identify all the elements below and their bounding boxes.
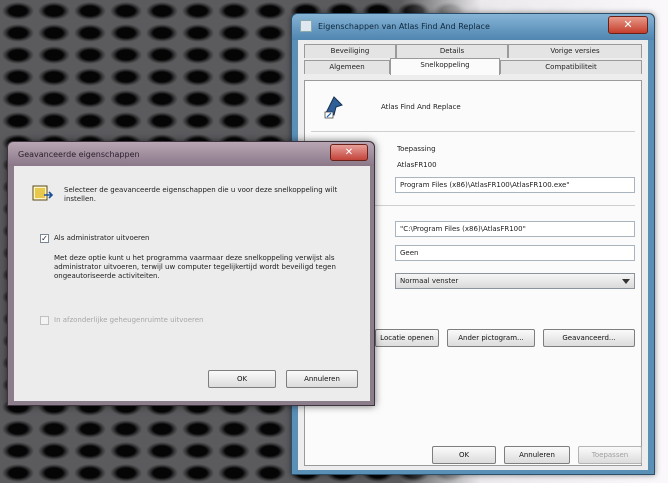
tab-compatibiliteit[interactable]: Compatibiliteit bbox=[500, 60, 642, 74]
properties-ok-button[interactable]: OK bbox=[432, 446, 496, 464]
advanced-cancel-button[interactable]: Annuleren bbox=[286, 370, 358, 388]
advanced-properties-dialog: Geavanceerde eigenschappen ✕ Selecteer d… bbox=[7, 141, 375, 406]
separate-memory-label[interactable]: In afzonderlijke geheugenruimte uitvoere… bbox=[54, 316, 203, 324]
run-as-admin-label[interactable]: Als administrator uitvoeren bbox=[54, 234, 150, 242]
tab-row-bottom: Algemeen Snelkoppeling Compatibiliteit bbox=[304, 58, 642, 75]
dropdown-arrow-icon bbox=[622, 279, 630, 284]
open-location-button[interactable]: Locatie openen bbox=[375, 329, 439, 347]
app-icon bbox=[324, 96, 343, 119]
properties-titlebar[interactable]: Eigenschappen van Atlas Find And Replace… bbox=[292, 14, 654, 40]
tab-row-top: Beveiliging Details Vorige versies bbox=[304, 44, 642, 58]
advanced-intro-text: Selecteer de geavanceerde eigenschappen … bbox=[64, 186, 338, 203]
tab-vorige-versies[interactable]: Vorige versies bbox=[508, 44, 642, 58]
properties-title: Eigenschappen van Atlas Find And Replace bbox=[318, 22, 490, 31]
close-icon: ✕ bbox=[623, 18, 633, 31]
check-icon: ✓ bbox=[41, 234, 48, 243]
tab-beveiliging[interactable]: Beveiliging bbox=[304, 44, 396, 58]
advanced-ok-button[interactable]: OK bbox=[208, 370, 276, 388]
properties-apply-button[interactable]: Toepassen bbox=[578, 446, 642, 464]
shortcut-icon bbox=[32, 185, 54, 201]
advanced-titlebar[interactable]: Geavanceerde eigenschappen ✕ bbox=[8, 142, 374, 166]
advanced-title: Geavanceerde eigenschappen bbox=[18, 150, 140, 159]
close-icon: ✕ bbox=[344, 147, 354, 158]
tab-algemeen[interactable]: Algemeen bbox=[304, 60, 390, 74]
advanced-button[interactable]: Geavanceerd... bbox=[543, 329, 635, 347]
properties-close-button[interactable]: ✕ bbox=[608, 16, 648, 34]
change-icon-button[interactable]: Ander pictogram... bbox=[447, 329, 535, 347]
run-select[interactable]: Normaal venster bbox=[395, 273, 635, 289]
shortcut-key-field[interactable]: Geen bbox=[395, 245, 635, 261]
properties-cancel-button[interactable]: Annuleren bbox=[504, 446, 570, 464]
tab-details[interactable]: Details bbox=[396, 44, 508, 58]
separate-memory-checkbox[interactable] bbox=[40, 316, 49, 325]
start-in-field[interactable]: "C:\Program Files (x86)\AtlasFR100" bbox=[395, 221, 635, 237]
run-as-admin-checkbox[interactable]: ✓ bbox=[40, 234, 49, 243]
advanced-body: Selecteer de geavanceerde eigenschappen … bbox=[14, 166, 370, 401]
target-field[interactable]: Program Files (x86)\AtlasFR100\AtlasFR10… bbox=[395, 177, 635, 193]
type-value: Toepassing bbox=[397, 145, 436, 153]
tab-snelkoppeling[interactable]: Snelkoppeling bbox=[390, 58, 500, 75]
separator bbox=[311, 131, 635, 132]
admin-description: Met deze optie kunt u het programma vaar… bbox=[54, 254, 336, 280]
advanced-close-button[interactable]: ✕ bbox=[330, 144, 368, 161]
location-value: AtlasFR100 bbox=[397, 161, 437, 169]
window-icon bbox=[300, 20, 312, 32]
app-name: Atlas Find And Replace bbox=[381, 103, 461, 111]
run-select-value: Normaal venster bbox=[400, 277, 459, 285]
